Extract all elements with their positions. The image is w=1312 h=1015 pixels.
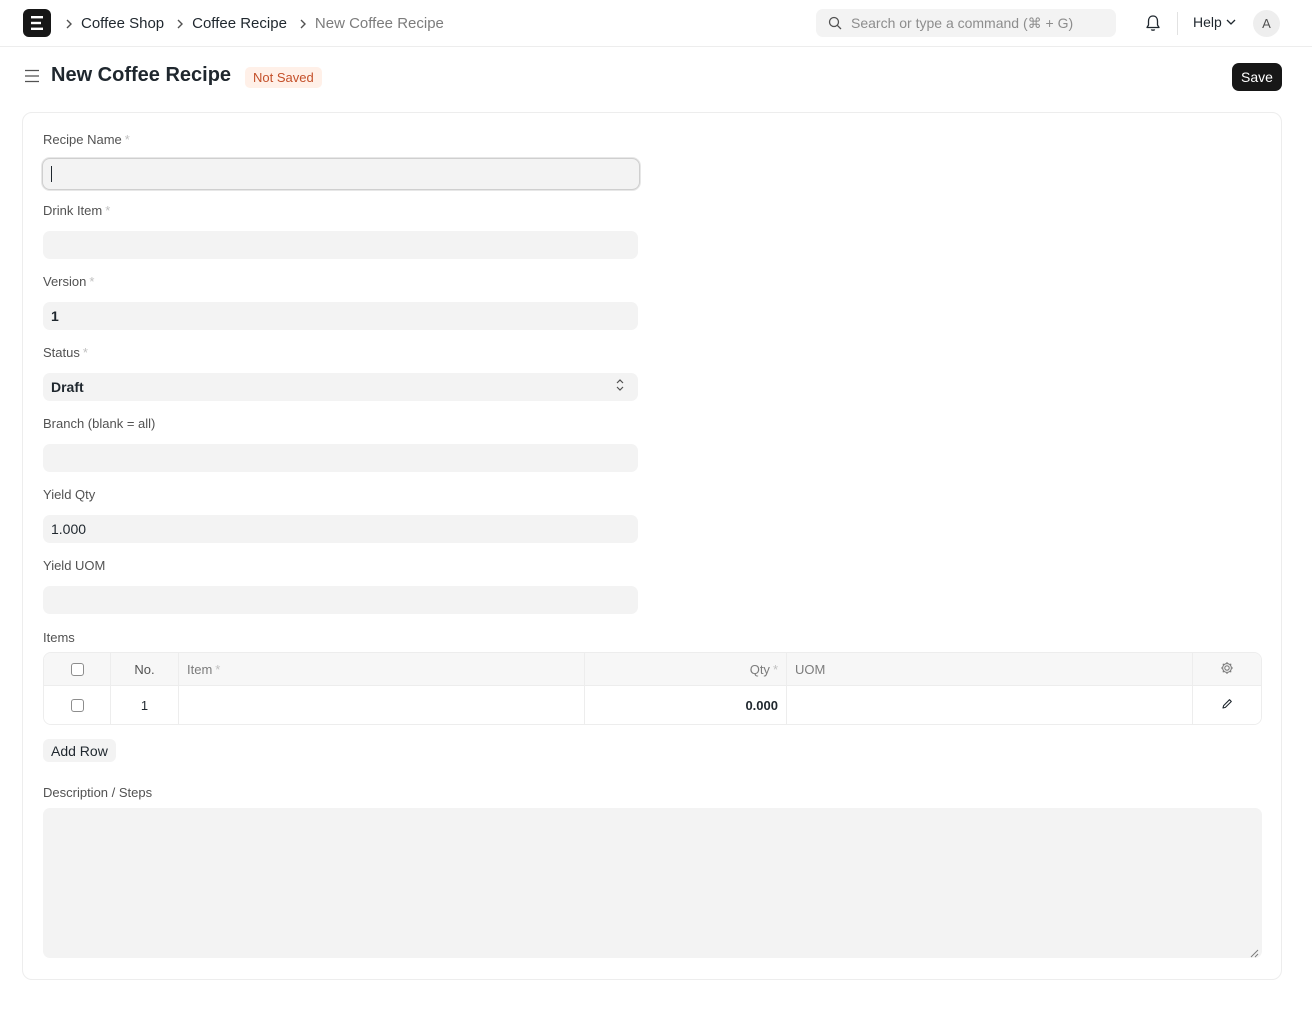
yield-qty-label: Yield Qty (43, 487, 96, 502)
chevron-right-icon (173, 17, 187, 31)
edit-icon[interactable] (1221, 698, 1233, 713)
column-no: No. (111, 653, 179, 685)
save-button[interactable]: Save (1232, 63, 1282, 91)
row-qty-cell[interactable]: 0.000 (585, 686, 787, 724)
items-table: No. Item * Qty * UOM 1 0.000 (43, 652, 1262, 725)
drink-item-input[interactable] (43, 231, 638, 259)
items-table-header: No. Item * Qty * UOM (44, 653, 1261, 686)
page-title: New Coffee Recipe (51, 64, 232, 86)
yield-uom-label: Yield UOM (43, 558, 106, 573)
items-label: Items (43, 630, 75, 645)
required-marker: * (89, 274, 95, 289)
help-label: Help (1193, 14, 1222, 30)
page-header: New Coffee Recipe Not Saved Save (0, 47, 1312, 107)
chevron-right-icon (296, 17, 310, 31)
status-select-value: Draft (51, 379, 84, 395)
row-uom-cell[interactable] (787, 686, 1193, 724)
branch-label: Branch (blank = all) (43, 416, 156, 431)
help-menu[interactable]: Help (1193, 14, 1236, 30)
branch-field: Branch (blank = all) (43, 416, 638, 472)
required-marker: * (105, 203, 111, 218)
status-select[interactable]: Draft (43, 373, 638, 401)
sidebar-toggle-icon[interactable] (24, 69, 40, 88)
text-cursor (51, 166, 52, 182)
branch-input[interactable] (43, 444, 638, 472)
top-navbar: Coffee Shop Coffee Recipe New Coffee Rec… (0, 0, 1312, 47)
breadcrumb-current: New Coffee Recipe (314, 15, 444, 32)
required-marker: * (82, 345, 88, 360)
description-label: Description / Steps (43, 785, 153, 800)
navbar-divider (1177, 12, 1178, 35)
drink-item-field: Drink Item * (43, 203, 638, 259)
breadcrumb-coffee-shop[interactable]: Coffee Shop (81, 15, 164, 32)
resize-handle-icon[interactable] (1249, 945, 1277, 975)
yield-uom-input[interactable] (43, 586, 638, 614)
status-field: Status * Draft (43, 345, 638, 401)
bell-icon[interactable] (1145, 14, 1161, 37)
row-no: 1 (111, 686, 179, 724)
yield-qty-field: Yield Qty 1.000 (43, 487, 638, 543)
row-item-cell[interactable] (179, 686, 585, 724)
column-item: Item * (179, 653, 585, 685)
status-badge: Not Saved (245, 67, 322, 88)
breadcrumb: Coffee Shop Coffee Recipe New Coffee Rec… (62, 0, 453, 47)
select-chevron-icon (616, 378, 624, 395)
chevron-right-icon (62, 17, 76, 31)
drink-item-label: Drink Item (43, 203, 103, 218)
yield-uom-field: Yield UOM (43, 558, 638, 614)
table-row[interactable]: 1 0.000 (44, 686, 1261, 724)
search-icon (828, 16, 842, 30)
recipe-name-label: Recipe Name (43, 132, 122, 147)
description-textarea[interactable] (43, 808, 1262, 958)
version-input[interactable]: 1 (43, 302, 638, 330)
yield-qty-input[interactable]: 1.000 (43, 515, 638, 543)
chevron-down-icon (1226, 19, 1236, 25)
add-row-button[interactable]: Add Row (43, 739, 116, 762)
search-input[interactable] (851, 15, 1101, 31)
avatar[interactable]: A (1253, 10, 1280, 37)
form-card: Recipe Name * Drink Item * Version * 1 Stat… (22, 112, 1282, 980)
gear-icon[interactable] (1220, 661, 1234, 678)
app-logo[interactable] (23, 9, 51, 37)
version-field: Version * 1 (43, 274, 638, 330)
status-label: Status (43, 345, 80, 360)
select-all-checkbox[interactable] (70, 662, 84, 676)
search-bar[interactable] (816, 9, 1116, 37)
required-marker: * (124, 132, 130, 147)
version-label: Version (43, 274, 87, 289)
recipe-name-input[interactable] (43, 159, 639, 189)
recipe-name-field: Recipe Name * (43, 132, 639, 189)
row-checkbox[interactable] (70, 698, 84, 712)
breadcrumb-coffee-recipe[interactable]: Coffee Recipe (192, 15, 287, 32)
column-uom: UOM (787, 653, 1193, 685)
column-qty: Qty * (585, 653, 787, 685)
